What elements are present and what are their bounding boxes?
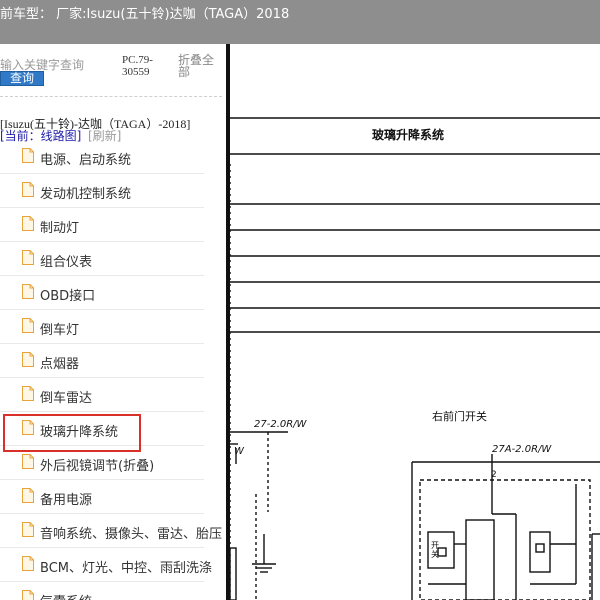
nav-item-parking-radar[interactable]: 倒车雷达 [0, 378, 204, 412]
nav-item-backup-power[interactable]: 备用电源 [0, 480, 204, 514]
nav-item-bcm[interactable]: BCM、灯光、中控、雨刮洗涤 [0, 548, 212, 582]
nav-item-label: BCM、灯光、中控、雨刮洗涤 [40, 561, 212, 576]
sidebar: 查询 PC.79-30559 折叠全部 [Isuzu(五十铃)-达咖（TAGA）… [0, 44, 226, 600]
wire-label-mid: 27A-2.0R/W [492, 444, 552, 455]
nav-item-label: 音响系统、摄像头、雷达、胎压 [40, 527, 223, 542]
file-icon [22, 148, 34, 163]
vehicle-model-title: 前车型： 厂家:Isuzu(五十铃)达咖（TAGA）2018 [0, 7, 290, 22]
switch-text: 开关 [431, 541, 439, 559]
file-icon [22, 488, 34, 503]
nav-item-label: 电源、启动系统 [40, 153, 132, 168]
nav-item-label: 玻璃升降系统 [40, 425, 119, 440]
file-icon [22, 556, 34, 571]
diagram-title: 玻璃升降系统 [372, 128, 445, 142]
search-button[interactable]: 查询 [0, 71, 44, 86]
nav-item-airbag[interactable]: 气囊系统 [0, 582, 204, 600]
system-list: 电源、启动系统 发动机控制系统 制动灯 组合仪表 OBD接口 倒车灯 点烟器 倒… [0, 140, 226, 600]
nav-item-label: 倒车灯 [40, 323, 80, 338]
nav-item-label: 备用电源 [40, 493, 93, 508]
nav-item-instrument-cluster[interactable]: 组合仪表 [0, 242, 204, 276]
file-icon [22, 420, 34, 435]
file-icon [22, 522, 34, 537]
nav-item-obd[interactable]: OBD接口 [0, 276, 204, 310]
nav-item-label: 点烟器 [40, 357, 80, 372]
wire-label-w: W [234, 446, 244, 457]
wiring-diagram-panel: 玻璃升降系统 右前门开关 27-2.0R/W 27A-2.0R/W W 2 开关 [230, 44, 600, 600]
nav-item-label: 制动灯 [40, 221, 80, 236]
nav-item-label: OBD接口 [40, 289, 96, 304]
file-icon [22, 318, 34, 333]
nav-item-reverse-light[interactable]: 倒车灯 [0, 310, 204, 344]
file-icon [22, 250, 34, 265]
wire-label-left: 27-2.0R/W [254, 419, 307, 430]
file-icon [22, 454, 34, 469]
nav-item-label: 组合仪表 [40, 255, 93, 270]
nav-item-power-window[interactable]: 玻璃升降系统 [0, 412, 204, 452]
nav-item-label: 气囊系统 [40, 591, 92, 600]
app-header: 前车型： 厂家:Isuzu(五十铃)达咖（TAGA）2018 [0, 0, 600, 44]
code-text: PC.79-30559 [122, 54, 153, 78]
nav-item-brake-light[interactable]: 制动灯 [0, 208, 204, 242]
nav-item-cigarette-lighter[interactable]: 点烟器 [0, 344, 204, 378]
nav-item-audio-camera[interactable]: 音响系统、摄像头、雷达、胎压 [0, 514, 222, 548]
file-icon [22, 182, 34, 197]
nav-item-label: 发动机控制系统 [40, 187, 132, 202]
file-icon [22, 386, 34, 401]
nav-item-label: 外后视镜调节(折叠) [40, 459, 155, 474]
file-icon [22, 352, 34, 367]
file-icon [22, 590, 34, 600]
nav-item-label: 倒车雷达 [40, 391, 93, 406]
nav-item-power-start[interactable]: 电源、启动系统 [0, 140, 204, 174]
nav-item-engine-control[interactable]: 发动机控制系统 [0, 174, 204, 208]
pin-label: 2 [491, 470, 497, 480]
file-icon [22, 216, 34, 231]
collapse-all-link[interactable]: 折叠全部 [178, 54, 222, 78]
nav-item-mirror-adjust[interactable]: 外后视镜调节(折叠) [0, 446, 204, 480]
divider [0, 96, 222, 97]
switch-label: 右前门开关 [432, 410, 487, 423]
file-icon [22, 284, 34, 299]
